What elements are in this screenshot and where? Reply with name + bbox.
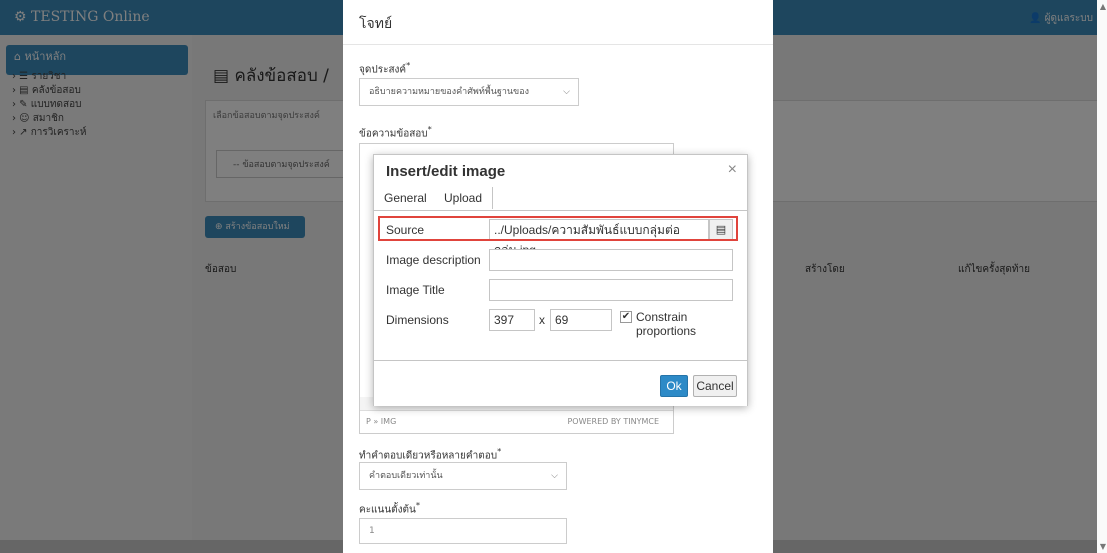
question-label-text: ข้อความข้อสอบ — [359, 128, 428, 140]
image-title-input[interactable] — [489, 279, 733, 301]
constrain-checkbox[interactable]: ✔ — [620, 311, 632, 323]
width-input[interactable]: 397 — [489, 309, 535, 331]
close-icon[interactable]: × — [728, 161, 737, 179]
chevron-down-icon: ⌵ — [551, 471, 558, 481]
answer-type-label-text: ทำคำตอบเดียวหรือหลายคำตอบ — [359, 450, 498, 462]
score-input[interactable]: 1 — [359, 518, 567, 544]
question-label: ข้อความข้อสอบ* — [359, 124, 432, 140]
objective-label: จุดประสงค์* — [359, 60, 411, 76]
editor-powered-by[interactable]: POWERED BY TINYMCE — [567, 417, 659, 426]
page-scrollbar[interactable]: ▲ ▼ — [1097, 0, 1107, 553]
insert-image-dialog: Insert/edit image × General Upload Sourc… — [373, 154, 748, 406]
image-description-input[interactable] — [489, 249, 733, 271]
score-label-text: คะแนนตั้งต้น — [359, 504, 416, 516]
dialog-title: Insert/edit image — [386, 163, 506, 180]
editor-statusbar: P » IMG POWERED BY TINYMCE — [360, 410, 673, 433]
scroll-down-icon[interactable]: ▼ — [1100, 542, 1106, 551]
answer-type-label: ทำคำตอบเดียวหรือหลายคำตอบ* — [359, 446, 502, 462]
editor-path[interactable]: P » IMG — [366, 417, 396, 426]
modal-title: โจทย์ — [359, 16, 393, 32]
dialog-tabs: General Upload — [374, 187, 747, 211]
image-description-label: Image description — [386, 253, 481, 267]
objective-label-text: จุดประสงค์ — [359, 64, 407, 76]
dimensions-label: Dimensions — [386, 313, 449, 327]
objective-select-value: อธิบายความหมายของคำศัพท์พื้นฐานของ — [369, 87, 530, 97]
height-input[interactable]: 69 — [550, 309, 612, 331]
objective-select[interactable]: อธิบายความหมายของคำศัพท์พื้นฐานของ ⌵ — [359, 78, 579, 106]
source-highlight-box — [378, 216, 738, 241]
answer-type-select-value: คำตอบเดียวเท่านั้น — [369, 471, 443, 481]
tab-general[interactable]: General — [374, 187, 438, 209]
cancel-button[interactable]: Cancel — [693, 375, 737, 397]
ok-button[interactable]: Ok — [660, 375, 688, 397]
dimensions-separator: x — [539, 313, 545, 327]
answer-type-select[interactable]: คำตอบเดียวเท่านั้น ⌵ — [359, 462, 567, 490]
constrain-proportions-label[interactable]: Constrain proportions — [636, 310, 747, 338]
scroll-up-icon[interactable]: ▲ — [1100, 2, 1106, 11]
image-title-label: Image Title — [386, 283, 445, 297]
modal-header: โจทย์ — [343, 0, 773, 45]
chevron-down-icon: ⌵ — [563, 87, 570, 97]
tab-upload[interactable]: Upload — [434, 187, 494, 209]
score-label: คะแนนตั้งต้น* — [359, 500, 421, 516]
dialog-footer: Ok Cancel — [374, 360, 747, 406]
